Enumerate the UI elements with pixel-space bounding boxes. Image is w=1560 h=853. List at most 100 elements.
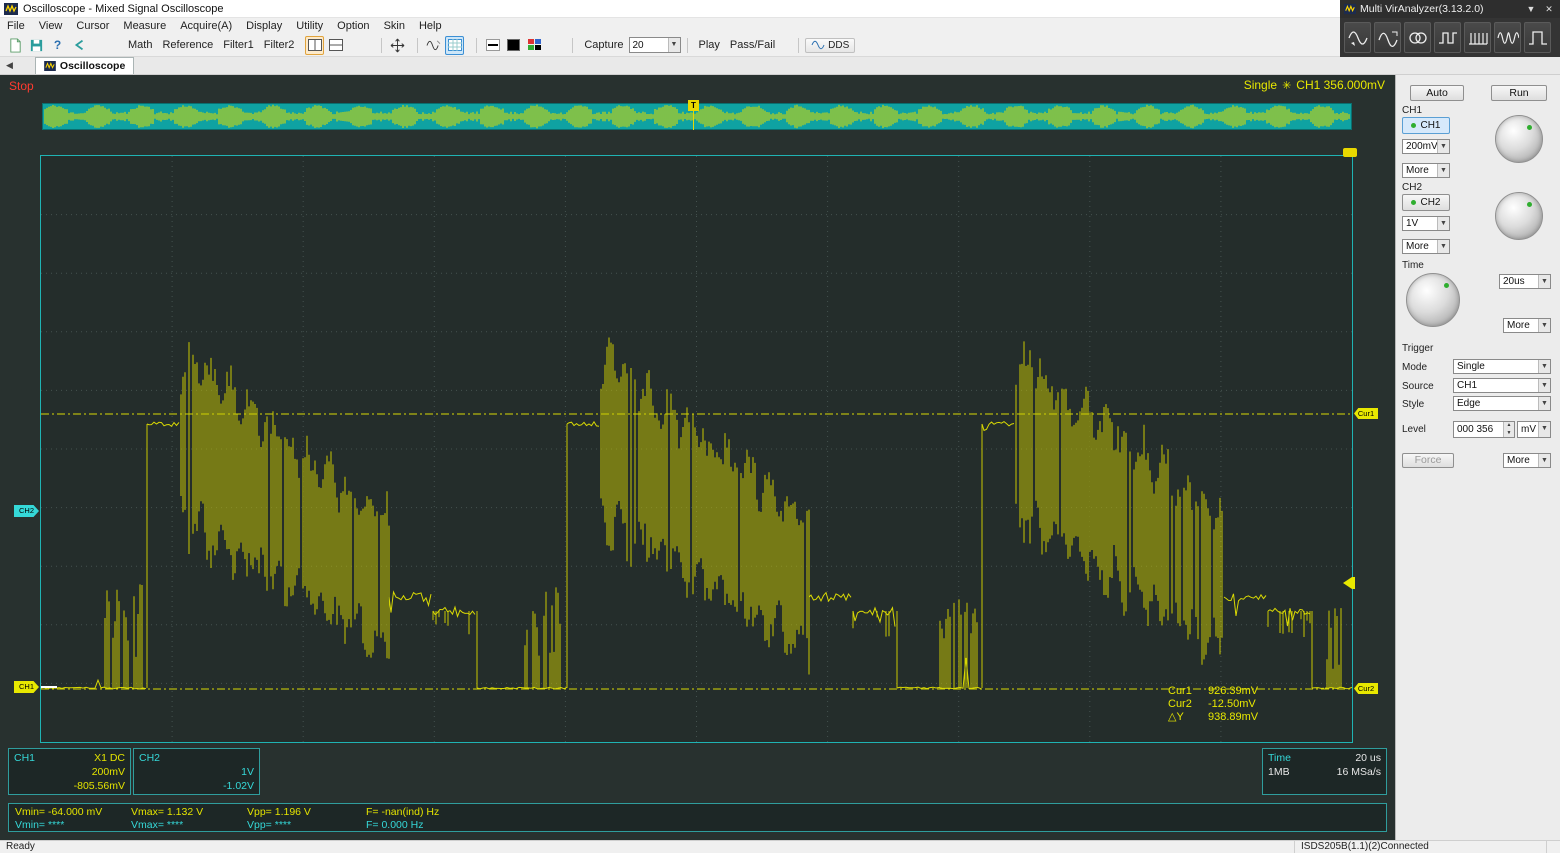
trigger-time-marker[interactable] bbox=[1343, 148, 1357, 157]
time-info-box[interactable]: Time 20 us 1MB 16 MSa/s bbox=[1262, 748, 1387, 795]
dense-sine-icon[interactable] bbox=[1494, 22, 1521, 53]
ch2-info-box[interactable]: CH2 1V -1.02V bbox=[133, 748, 260, 795]
minimize-icon[interactable]: ▼ bbox=[1524, 3, 1538, 16]
menu-skin[interactable]: Skin bbox=[384, 20, 405, 32]
cur2-value: -12.50mV bbox=[1208, 698, 1256, 710]
vmax-ch1: Vmax= 1.132 V bbox=[131, 806, 204, 818]
run-button[interactable]: Run bbox=[1491, 85, 1547, 101]
trigger-style-select[interactable]: Edge ▼ bbox=[1453, 396, 1551, 411]
ch1-waveform-bursts bbox=[104, 337, 1342, 688]
capture-select[interactable]: 20 ▼ bbox=[628, 37, 681, 53]
waveform-overview-strip[interactable]: T bbox=[42, 100, 1352, 130]
trigger-mode-select[interactable]: Single ▼ bbox=[1453, 359, 1551, 374]
layout-split-vertical-icon[interactable] bbox=[305, 35, 325, 55]
spin-up-icon[interactable]: ▲ bbox=[1504, 422, 1514, 430]
pulse-train-icon[interactable] bbox=[1464, 22, 1491, 53]
application-window: Oscilloscope - Mixed Signal Oscilloscope… bbox=[0, 0, 1560, 853]
ch1-info-box[interactable]: CH1 X1 DC 200mV -805.56mV bbox=[8, 748, 131, 795]
cursor2-tag[interactable]: Cur2 bbox=[1354, 683, 1378, 694]
menu-acquire[interactable]: Acquire(A) bbox=[180, 20, 232, 32]
chevron-down-icon: ▼ bbox=[1437, 140, 1449, 153]
menu-option[interactable]: Option bbox=[337, 20, 369, 32]
back-arrow-icon[interactable] bbox=[69, 36, 88, 55]
menu-cursor[interactable]: Cursor bbox=[76, 20, 109, 32]
analyzer-icon bbox=[1344, 3, 1356, 15]
circle-wave-icon[interactable] bbox=[1404, 22, 1431, 53]
menubar: File View Cursor Measure Acquire(A) Disp… bbox=[0, 18, 1340, 34]
chevron-down-icon: ▼ bbox=[1538, 397, 1550, 410]
capture-label: Capture bbox=[584, 39, 624, 51]
menu-display[interactable]: Display bbox=[246, 20, 282, 32]
chevron-down-icon: ▼ bbox=[1437, 164, 1449, 177]
trigger-position-flag[interactable]: T bbox=[688, 100, 699, 111]
tab-oscilloscope[interactable]: Oscilloscope bbox=[34, 57, 135, 74]
menu-measure[interactable]: Measure bbox=[123, 20, 166, 32]
square-wave-icon[interactable] bbox=[1434, 22, 1461, 53]
dds-wave-icon bbox=[811, 40, 825, 50]
save-icon[interactable] bbox=[27, 36, 46, 55]
play-button[interactable]: Play bbox=[699, 39, 720, 51]
ch1-scale-select[interactable]: 200mV ▼ bbox=[1402, 139, 1450, 154]
chevron-down-icon: ▼ bbox=[1437, 240, 1449, 253]
trigger-star-icon: ✳ bbox=[1282, 79, 1292, 92]
menu-file[interactable]: File bbox=[7, 20, 25, 32]
palette-icon[interactable] bbox=[525, 36, 544, 55]
waveform-plot[interactable]: Cur1 Cur2 bbox=[40, 148, 1378, 743]
time-more-select[interactable]: More ▼ bbox=[1503, 318, 1551, 333]
tab-scroll-left-icon[interactable]: ◀ bbox=[0, 60, 17, 74]
chevron-down-icon: ▼ bbox=[667, 38, 680, 52]
square-pulse-icon[interactable] bbox=[1524, 22, 1551, 53]
trigger-level-input[interactable]: 000 356 ▲ ▼ bbox=[1453, 421, 1515, 438]
trigger-source-select[interactable]: CH1 ▼ bbox=[1453, 378, 1551, 393]
oscilloscope-wave-icon[interactable] bbox=[1344, 22, 1371, 53]
waveform-mode-icon[interactable] bbox=[424, 36, 443, 55]
ch1-scale-knob[interactable] bbox=[1495, 115, 1543, 163]
ch2-enable-button[interactable]: CH2 bbox=[1402, 194, 1450, 211]
background-color-icon[interactable] bbox=[504, 36, 523, 55]
close-icon[interactable]: ✕ bbox=[1542, 3, 1556, 16]
tab-scope-icon bbox=[44, 61, 56, 71]
ch1-coupling: X1 DC bbox=[94, 752, 125, 764]
force-button[interactable]: Force bbox=[1402, 453, 1454, 468]
filter2-button[interactable]: Filter2 bbox=[264, 39, 295, 51]
cur2-label: Cur2 bbox=[1168, 698, 1192, 710]
ch2-position-marker[interactable]: CH2 bbox=[14, 505, 39, 517]
timebase-select[interactable]: 20us ▼ bbox=[1499, 274, 1551, 289]
line-style-icon[interactable] bbox=[483, 36, 502, 55]
math-button[interactable]: Math bbox=[128, 39, 152, 51]
spin-down-icon[interactable]: ▼ bbox=[1504, 429, 1514, 437]
cursor1-tag[interactable]: Cur1 bbox=[1354, 408, 1378, 419]
passfail-button[interactable]: Pass/Fail bbox=[730, 39, 775, 51]
vmin-ch1: Vmin= -64.000 mV bbox=[15, 806, 103, 818]
memory-depth: 1MB bbox=[1268, 766, 1290, 778]
filter1-button[interactable]: Filter1 bbox=[223, 39, 254, 51]
trigger-level-marker[interactable] bbox=[1343, 577, 1355, 589]
freq-ch2: F= 0.000 Hz bbox=[366, 819, 424, 831]
trigger-level-unit-select[interactable]: mV ▼ bbox=[1517, 421, 1551, 438]
tabbar: ◀ Oscilloscope bbox=[0, 57, 1560, 75]
time-scale-value: 20 us bbox=[1355, 752, 1381, 764]
help-icon[interactable]: ? bbox=[48, 36, 67, 55]
trigger-more-select[interactable]: More ▼ bbox=[1503, 453, 1551, 468]
ch2-scale-knob[interactable] bbox=[1495, 192, 1543, 240]
cur1-value: 926.39mV bbox=[1208, 685, 1259, 697]
menu-view[interactable]: View bbox=[39, 20, 63, 32]
ch1-position-marker[interactable]: CH1 bbox=[14, 681, 39, 693]
menu-utility[interactable]: Utility bbox=[296, 20, 323, 32]
sine-arrow-icon[interactable] bbox=[1374, 22, 1401, 53]
delta-y-label: △Y bbox=[1168, 711, 1184, 723]
ch2-more-select[interactable]: More ▼ bbox=[1402, 239, 1450, 254]
timebase-knob[interactable] bbox=[1406, 273, 1460, 327]
new-file-icon[interactable] bbox=[6, 36, 25, 55]
reference-button[interactable]: Reference bbox=[162, 39, 213, 51]
ch1-scale: 200mV bbox=[91, 766, 125, 778]
layout-split-horizontal-icon[interactable] bbox=[326, 36, 345, 55]
dds-button[interactable]: DDS bbox=[805, 37, 856, 53]
auto-button[interactable]: Auto bbox=[1410, 85, 1464, 101]
xy-mode-icon[interactable] bbox=[445, 35, 465, 55]
ch1-enable-button[interactable]: CH1 bbox=[1402, 117, 1450, 134]
ch2-scale-select[interactable]: 1V ▼ bbox=[1402, 216, 1450, 231]
menu-help[interactable]: Help bbox=[419, 20, 442, 32]
pan-move-icon[interactable] bbox=[388, 36, 407, 55]
ch1-more-select[interactable]: More ▼ bbox=[1402, 163, 1450, 178]
